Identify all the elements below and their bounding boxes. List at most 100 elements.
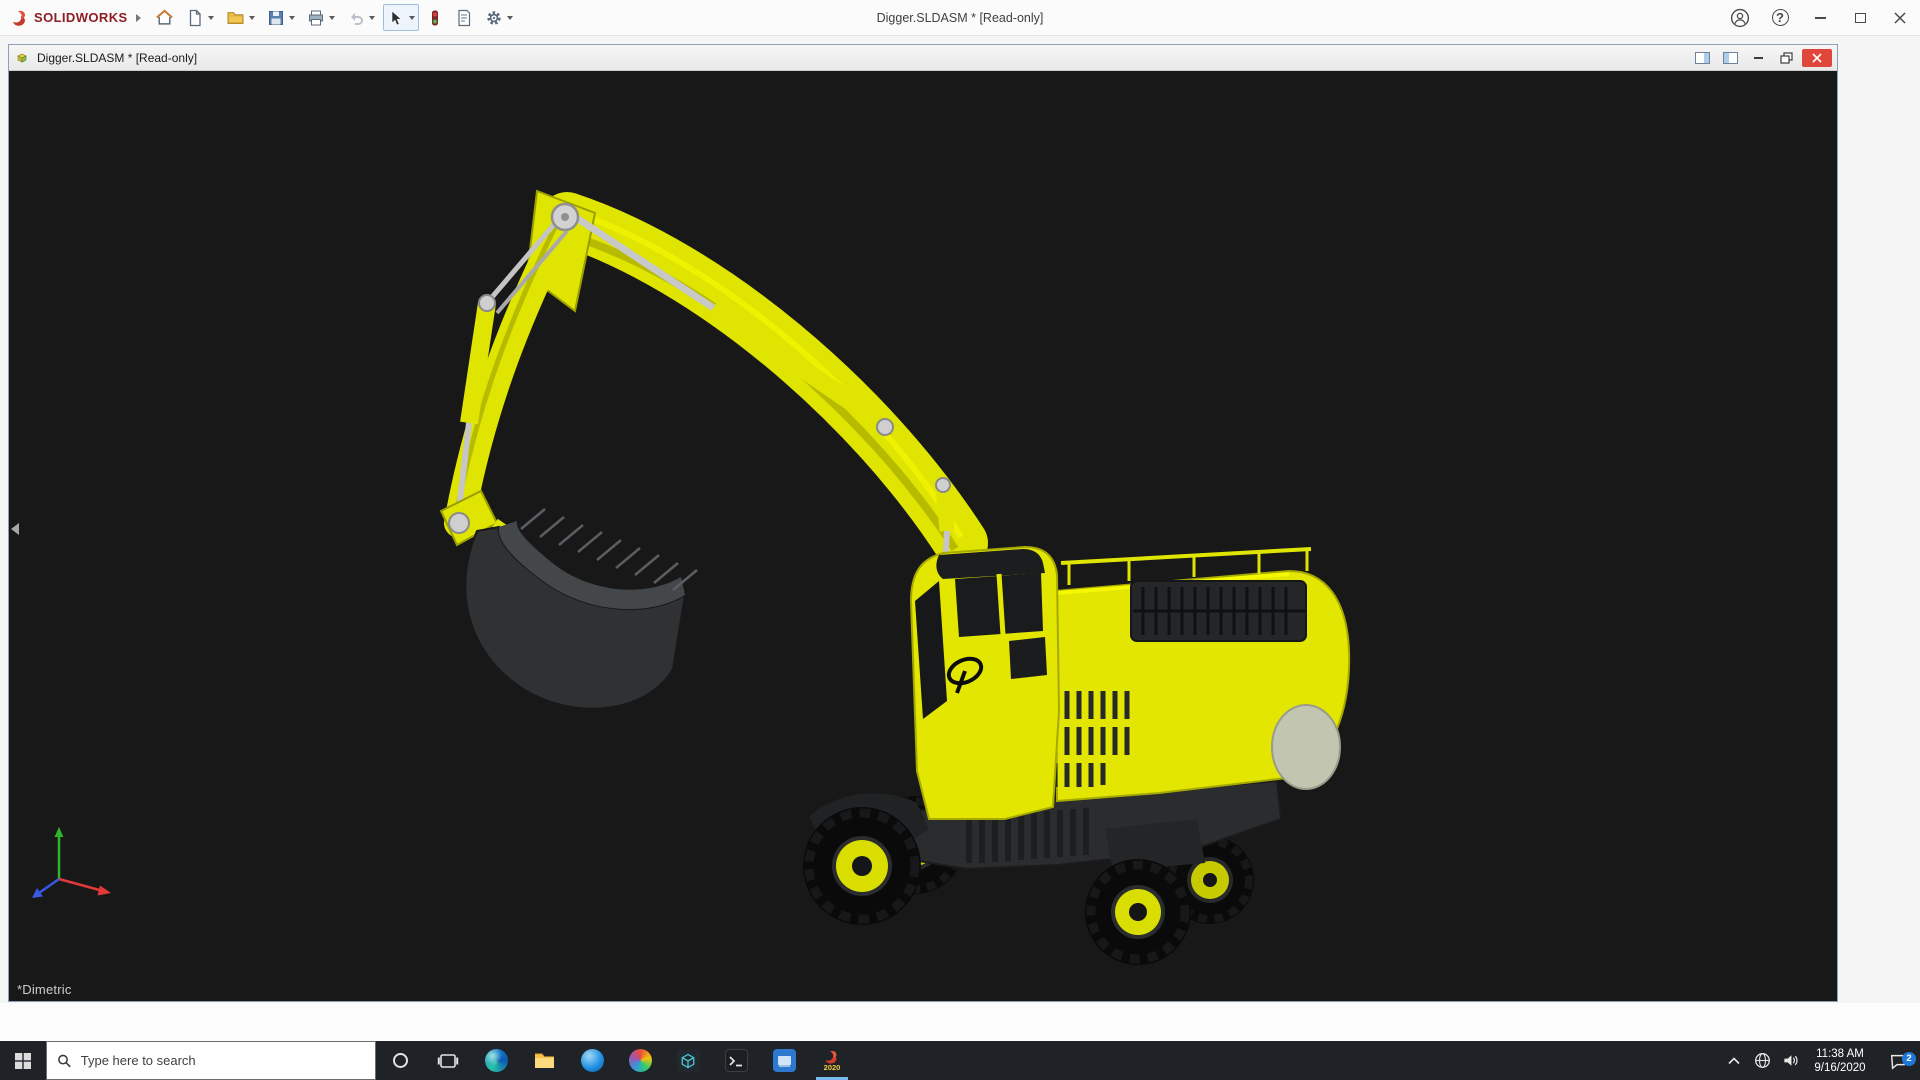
rear-wheel-near[interactable] [1085,859,1191,965]
front-wheel-near[interactable] [803,807,921,925]
help-button[interactable]: ? [1760,0,1800,36]
command-prompt-button[interactable] [712,1041,760,1080]
pane-right-icon [1722,51,1738,64]
doc-minimize-icon [1753,56,1763,59]
feature-manager-flyout-arrow[interactable] [11,523,19,535]
menu-expand-arrow-icon[interactable] [135,13,141,22]
volume-button[interactable] [1776,1052,1804,1069]
taskbar-search[interactable] [46,1041,376,1080]
network-globe-icon [1754,1053,1770,1068]
photos-icon [628,1049,652,1072]
doc-close-button[interactable] [1802,48,1832,67]
triad-z-axis [32,888,43,898]
doc-minimize-button[interactable] [1746,49,1770,67]
orientation-triad [32,827,111,898]
hidden-icons-button[interactable] [1720,1056,1748,1065]
new-document-dropdown-caret[interactable] [207,15,214,20]
save-button[interactable] [263,4,299,31]
boom-cylinder[interactable] [567,210,894,436]
solidworks-logo-icon [13,10,25,26]
app-window-controls: ? [1720,0,1920,35]
skype-icon [580,1049,604,1072]
print-dropdown-caret[interactable] [328,15,335,20]
pane-toggle-left-button[interactable] [1690,49,1714,67]
task-view-icon [437,1053,459,1068]
taskbar-clock[interactable]: 11:38 AM 9/16/2020 [1804,1047,1876,1075]
edge-button[interactable] [472,1041,520,1080]
close-button[interactable] [1880,0,1920,36]
handrail [1060,547,1312,565]
minimize-button[interactable] [1800,0,1840,36]
cortana-button[interactable] [376,1041,424,1080]
edrawings-icon [676,1049,700,1072]
search-input[interactable] [80,1053,365,1068]
open-folder-icon [227,12,244,24]
file-properties-icon [457,9,470,26]
excavator-3d-model[interactable] [9,71,1837,1001]
file-explorer-button[interactable] [520,1041,568,1080]
start-button[interactable] [0,1041,46,1080]
task-view-button[interactable] [424,1041,472,1080]
bucket[interactable] [464,508,698,710]
undo-button[interactable] [343,4,379,31]
undo-icon [350,12,363,25]
windows-taskbar: 2020 11:38 AM 9/16/2020 [0,1041,1920,1080]
search-icon [58,1054,71,1067]
print-button[interactable] [303,4,339,31]
minimize-icon [1814,16,1826,19]
file-properties-button[interactable] [451,4,477,31]
network-button[interactable] [1748,1052,1776,1069]
select-tool-button[interactable] [382,4,419,31]
command-prompt-icon [724,1049,748,1072]
triad-y-axis [54,827,64,837]
options-button[interactable] [481,4,517,31]
chevron-up-icon [1728,1056,1740,1064]
select-cursor-icon [391,9,402,25]
pane-toggle-right-button[interactable] [1718,49,1742,67]
photos-button[interactable] [616,1041,664,1080]
undo-dropdown-caret[interactable] [368,15,375,20]
document-window-controls [1690,48,1837,67]
boom-arm[interactable] [525,189,988,570]
solidworks-year-label: 2020 [823,1062,841,1072]
new-document-button[interactable] [182,4,218,31]
cortana-icon [392,1053,408,1068]
edrawings-button[interactable] [664,1041,712,1080]
maximize-icon [1854,12,1866,23]
new-document-icon [189,9,201,26]
document-title: Digger.SLDASM * [Read-only] [37,50,198,65]
maximize-button[interactable] [1840,0,1880,36]
action-center-button[interactable]: 2 [1876,1051,1920,1070]
speaker-icon [1783,1055,1798,1066]
open-button[interactable] [222,4,259,31]
help-icon: ? [1771,9,1789,26]
close-icon [1894,11,1906,24]
clock-time: 11:38 AM [1816,1047,1864,1060]
document-titlebar[interactable]: Digger.SLDASM * [Read-only] [9,45,1837,71]
solidworks-taskbar-button[interactable]: 2020 [808,1041,856,1080]
cab[interactable] [909,545,1061,820]
open-dropdown-caret[interactable] [248,15,255,20]
save-dropdown-caret[interactable] [288,15,295,20]
doc-restore-button[interactable] [1774,49,1798,67]
print-icon [308,10,323,25]
display-app-icon [772,1049,796,1072]
options-dropdown-caret[interactable] [506,15,513,20]
solidworks-app-icon: 2020 [823,1050,841,1072]
gear-icon [486,10,501,25]
select-dropdown-caret[interactable] [408,15,415,20]
view-orientation-label: *Dimetric [17,982,72,997]
edge-icon [484,1049,508,1072]
skype-button[interactable] [568,1041,616,1080]
account-button[interactable] [1720,0,1760,36]
display-app-button[interactable] [760,1041,808,1080]
engine-housing[interactable] [1040,547,1351,803]
triad-x-axis [97,885,111,896]
graphics-viewport[interactable]: *Dimetric [9,71,1837,1001]
rebuild-button[interactable] [423,4,447,31]
save-icon [268,10,283,25]
home-button[interactable] [151,4,178,31]
account-icon [1730,8,1750,27]
status-bar [0,1003,1920,1041]
notification-badge: 2 [1902,1051,1916,1066]
